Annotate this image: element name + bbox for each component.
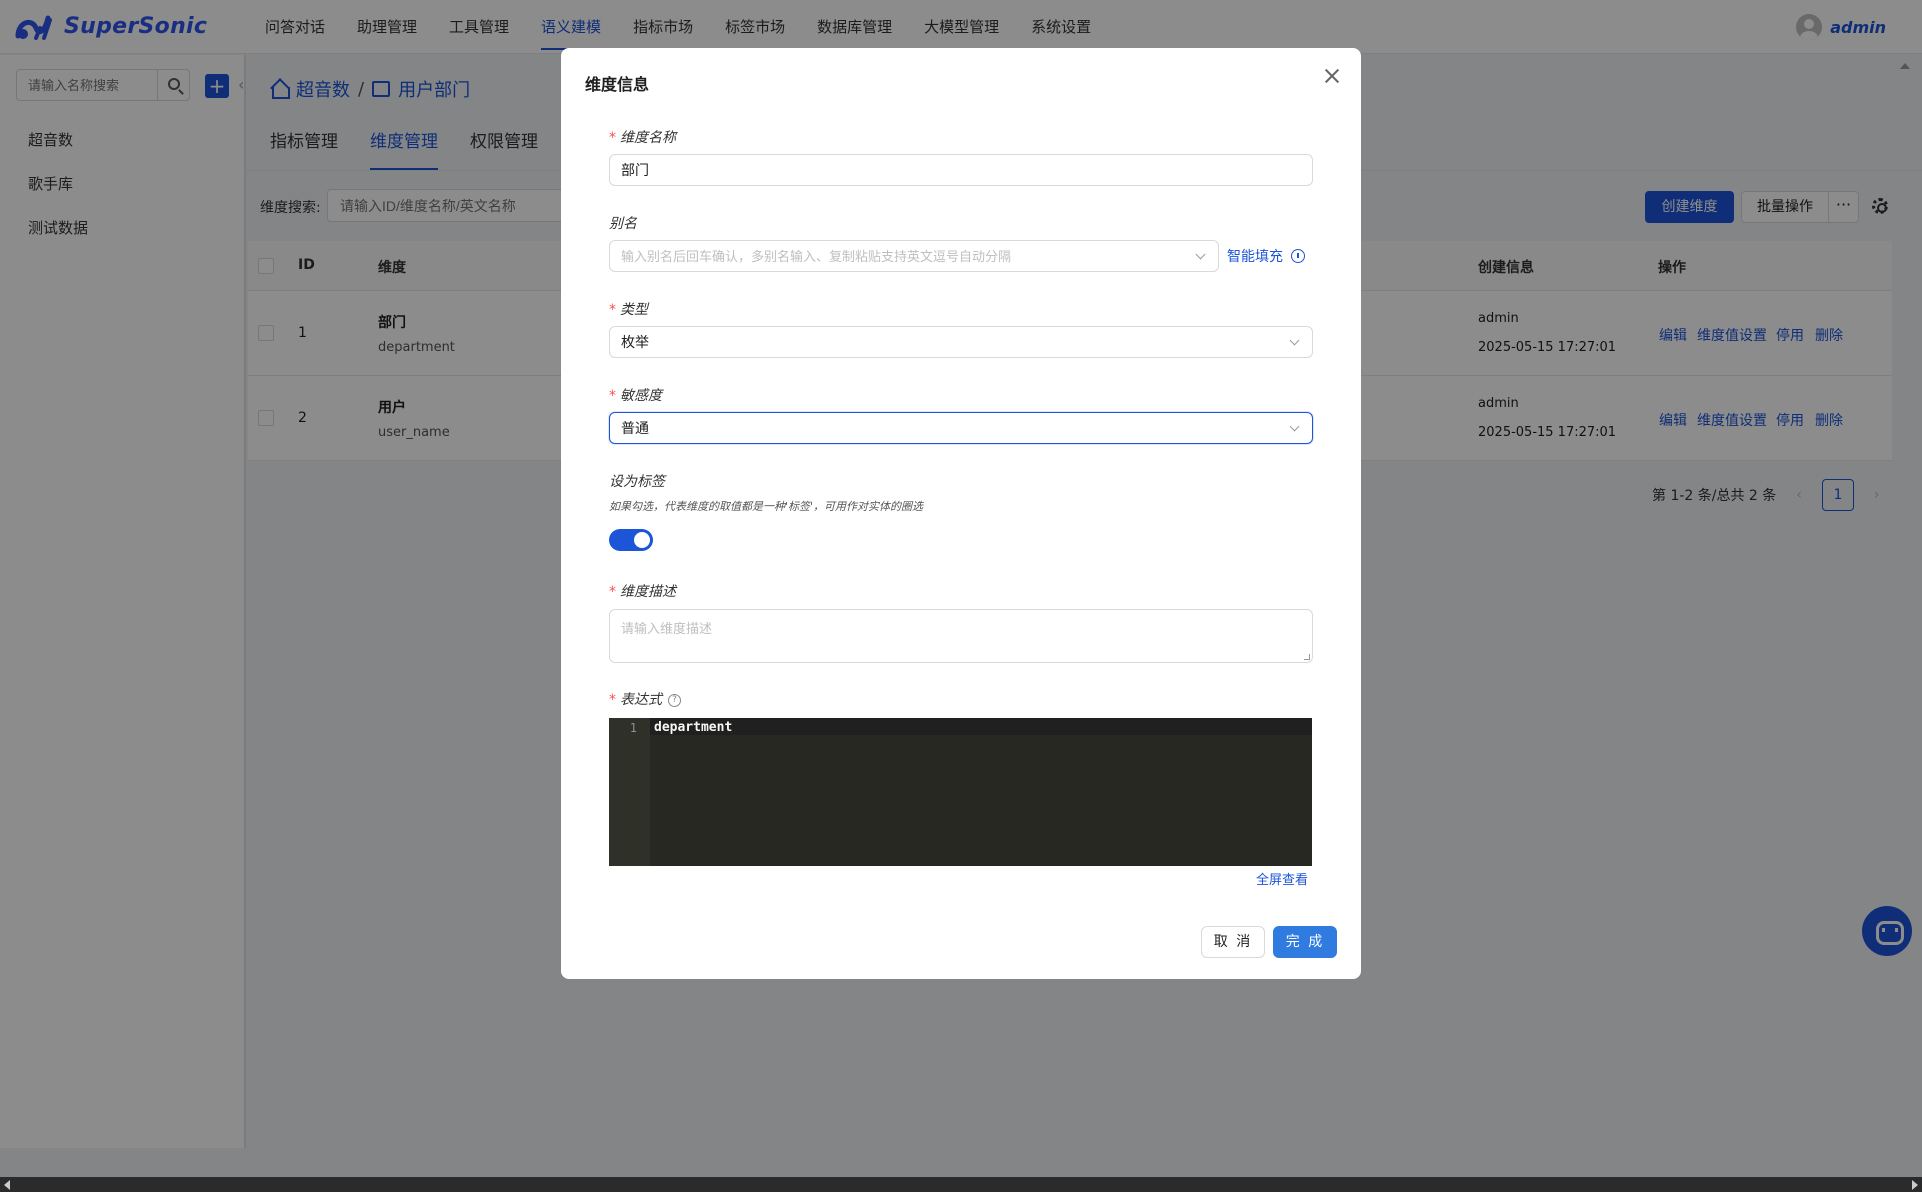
alias-placeholder: 输入别名后回车确认，多别名输入、复制粘贴支持英文逗号自动分隔 [621, 249, 1012, 264]
sensitivity-select-value: 普通 [621, 420, 649, 436]
description-label: * 维度描述 [609, 584, 676, 600]
scroll-right-icon[interactable] [1912, 1180, 1918, 1190]
horizontal-scrollbar[interactable] [0, 1177, 1922, 1192]
editor-code-text[interactable]: department [654, 720, 732, 736]
chevron-down-icon [1289, 335, 1300, 346]
set-as-tag-hint: 如果勾选，代表维度的取值都是一种'标签'，可用作对实体的圈选 [609, 500, 924, 513]
cancel-button[interactable]: 取 消 [1201, 926, 1265, 958]
expression-code-editor[interactable]: 1 department [609, 718, 1312, 866]
sensitivity-select[interactable]: 普通 [609, 412, 1313, 444]
resize-handle-icon[interactable] [1304, 654, 1310, 660]
chevron-down-icon [1195, 249, 1206, 260]
dimension-name-label: * 维度名称 [609, 130, 676, 146]
alias-label: 别名 [609, 216, 637, 232]
editor-line-number: 1 [629, 721, 637, 735]
modal-title: 维度信息 [585, 75, 650, 94]
editor-gutter [609, 718, 650, 866]
dimension-name-input[interactable]: 部门 [609, 154, 1313, 186]
alias-select[interactable]: 输入别名后回车确认，多别名输入、复制粘贴支持英文逗号自动分隔 [609, 240, 1219, 272]
type-label: * 类型 [609, 302, 648, 318]
set-as-tag-label: 设为标签 [609, 474, 665, 490]
confirm-button[interactable]: 完 成 [1273, 926, 1337, 958]
dimension-info-modal: 维度信息 * 维度名称 部门 别名 输入别名后回车确认，多别名输入、复制粘贴支持英… [561, 48, 1361, 979]
help-icon: ? [668, 694, 681, 707]
description-textarea[interactable]: 请输入维度描述 [609, 609, 1313, 663]
chevron-down-icon [1289, 421, 1300, 432]
description-placeholder: 请输入维度描述 [621, 622, 713, 637]
smart-fill-label: 智能填充 [1227, 249, 1283, 265]
close-icon[interactable] [1323, 67, 1341, 85]
fullscreen-view-link[interactable]: 全屏查看 [1256, 869, 1308, 888]
smart-fill-button[interactable]: 智能填充 [1227, 246, 1305, 266]
set-as-tag-switch[interactable] [609, 529, 653, 551]
expression-label: * 表达式? [609, 689, 681, 709]
info-icon [1291, 249, 1305, 263]
scroll-left-icon[interactable] [4, 1180, 10, 1190]
editor-active-line [650, 718, 1312, 735]
sensitivity-label: * 敏感度 [609, 388, 662, 404]
type-select[interactable]: 枚举 [609, 326, 1313, 358]
type-select-value: 枚举 [621, 334, 649, 350]
